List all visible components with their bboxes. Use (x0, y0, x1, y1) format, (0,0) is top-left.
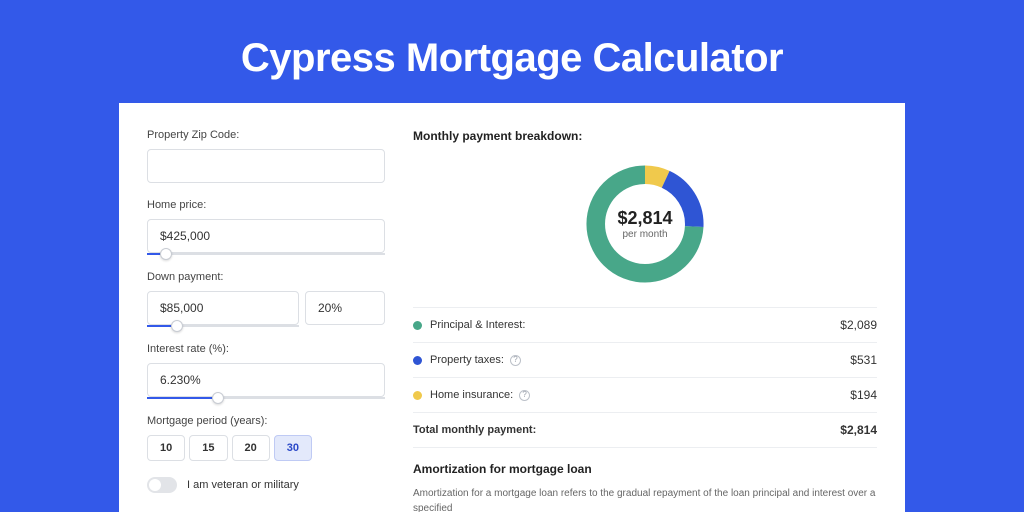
zip-field: Property Zip Code: (147, 129, 385, 183)
donut-center-sub: per month (622, 229, 667, 240)
down-slider[interactable] (147, 325, 299, 327)
calculator-card: Property Zip Code: Home price: Down paym… (119, 103, 905, 512)
info-icon[interactable]: ? (510, 355, 521, 366)
period-option-15[interactable]: 15 (189, 435, 227, 461)
legend-value-principal: $2,089 (840, 318, 877, 332)
veteran-row: I am veteran or military (147, 477, 385, 493)
legend-value-insurance: $194 (850, 388, 877, 402)
legend-dot-principal (413, 321, 422, 330)
period-label: Mortgage period (years): (147, 415, 385, 427)
rate-field: Interest rate (%): (147, 343, 385, 399)
legend-value-taxes: $531 (850, 353, 877, 367)
amortization-section: Amortization for mortgage loan Amortizat… (413, 462, 877, 512)
legend-row-taxes: Property taxes: ? $531 (413, 343, 877, 378)
price-field: Home price: (147, 199, 385, 255)
legend-dot-taxes (413, 356, 422, 365)
legend-label-total: Total monthly payment: (413, 424, 840, 436)
price-input[interactable] (147, 219, 385, 253)
period-option-20[interactable]: 20 (232, 435, 270, 461)
rate-slider[interactable] (147, 397, 385, 399)
info-icon[interactable]: ? (519, 390, 530, 401)
legend-row-principal: Principal & Interest: $2,089 (413, 308, 877, 343)
down-slider-thumb[interactable] (171, 320, 183, 332)
rate-input[interactable] (147, 363, 385, 397)
rate-label: Interest rate (%): (147, 343, 385, 355)
down-percent-input[interactable] (305, 291, 385, 325)
legend-label-taxes: Property taxes: (430, 354, 504, 366)
results-column: Monthly payment breakdown: $2,814 per mo… (413, 129, 877, 512)
rate-slider-thumb[interactable] (212, 392, 224, 404)
donut-chart: $2,814 per month (413, 153, 877, 307)
down-field: Down payment: (147, 271, 385, 327)
price-slider[interactable] (147, 253, 385, 255)
legend-row-total: Total monthly payment: $2,814 (413, 413, 877, 448)
legend-label-insurance: Home insurance: (430, 389, 513, 401)
period-chips: 10 15 20 30 (147, 435, 385, 461)
amortization-heading: Amortization for mortgage loan (413, 462, 877, 476)
legend-dot-insurance (413, 391, 422, 400)
donut-center-amount: $2,814 (617, 208, 672, 229)
legend-row-insurance: Home insurance: ? $194 (413, 378, 877, 413)
breakdown-heading: Monthly payment breakdown: (413, 129, 877, 143)
period-option-10[interactable]: 10 (147, 435, 185, 461)
down-label: Down payment: (147, 271, 385, 283)
price-slider-thumb[interactable] (160, 248, 172, 260)
legend: Principal & Interest: $2,089 Property ta… (413, 307, 877, 448)
zip-input[interactable] (147, 149, 385, 183)
down-amount-input[interactable] (147, 291, 299, 325)
legend-value-total: $2,814 (840, 423, 877, 437)
inputs-column: Property Zip Code: Home price: Down paym… (147, 129, 385, 512)
price-label: Home price: (147, 199, 385, 211)
period-option-30[interactable]: 30 (274, 435, 312, 461)
page-title: Cypress Mortgage Calculator (0, 36, 1024, 81)
period-field: Mortgage period (years): 10 15 20 30 (147, 415, 385, 461)
veteran-toggle[interactable] (147, 477, 177, 493)
legend-label-principal: Principal & Interest: (430, 319, 840, 331)
veteran-label: I am veteran or military (187, 479, 299, 491)
amortization-body: Amortization for a mortgage loan refers … (413, 486, 877, 512)
zip-label: Property Zip Code: (147, 129, 385, 141)
